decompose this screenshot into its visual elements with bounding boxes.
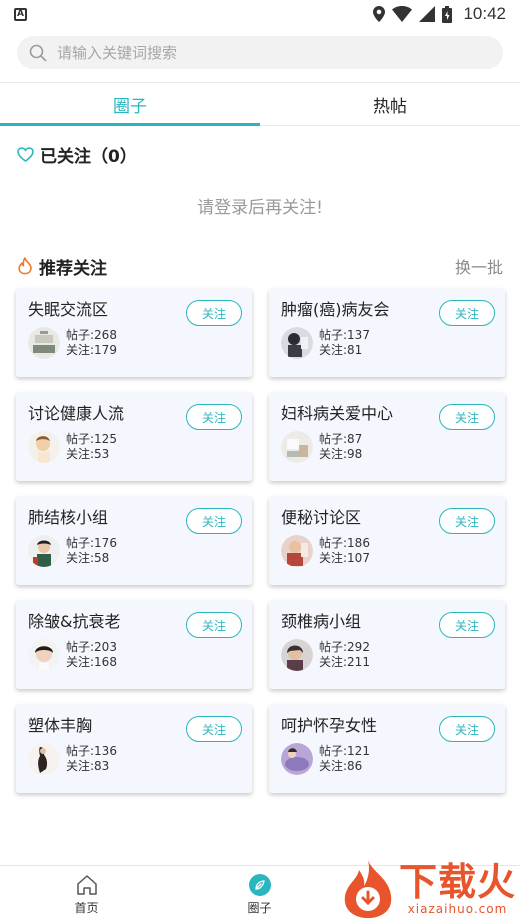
signal-icon (419, 6, 436, 22)
followed-title: 已关注（0） (40, 146, 137, 167)
post-count: 帖子:87 (319, 432, 363, 446)
watermark-domain: xiazaihuo.com (407, 902, 508, 916)
search-icon (29, 44, 47, 61)
group-avatar (281, 639, 313, 671)
group-avatar (28, 743, 60, 775)
search-box[interactable] (17, 36, 503, 69)
change-batch-button[interactable]: 换一批 (455, 254, 503, 278)
post-count: 帖子:125 (66, 432, 117, 446)
post-count: 帖子:186 (319, 536, 370, 550)
home-icon (76, 875, 97, 895)
follow-button[interactable]: 关注 (186, 300, 242, 326)
watermark: 下载火 xiazaihuo.com (339, 858, 516, 920)
follower-count: 关注:53 (66, 447, 110, 461)
group-card[interactable]: 妇科病关爱中心 关注 帖子:87 关注:98 (269, 393, 505, 481)
group-card[interactable]: 塑体丰胸 关注 帖子:136 关注:83 (16, 705, 252, 793)
group-avatar (28, 639, 60, 671)
flame-icon (18, 257, 32, 275)
follower-count: 关注:179 (66, 343, 117, 357)
group-avatar (281, 535, 313, 567)
nav-home-label: 首页 (74, 901, 99, 915)
flame-logo-icon (344, 860, 392, 918)
group-avatar (28, 431, 60, 463)
status-time: 10:42 (463, 4, 506, 23)
group-card[interactable]: 除皱&抗衰老 关注 帖子:203 关注:168 (16, 601, 252, 689)
nav-circles-label: 圈子 (247, 901, 272, 915)
follow-button[interactable]: 关注 (186, 716, 242, 742)
follow-button[interactable]: 关注 (186, 404, 242, 430)
nav-home[interactable]: 首页 (0, 866, 173, 924)
search-bar (0, 28, 520, 80)
tab-hot-posts[interactable]: 热帖 (260, 83, 520, 125)
status-bar: A 10:42 (0, 0, 520, 28)
group-card[interactable]: 呵护怀孕女性 关注 帖子:121 关注:86 (269, 705, 505, 793)
login-tip: 请登录后再关注! (197, 198, 323, 218)
heart-outline-icon (17, 146, 34, 162)
tab-bar: 圈子 热帖 (0, 82, 520, 126)
group-grid: 失眠交流区 关注 帖子:268 关注:179 肿瘤(癌)病友会 关注 帖子:13… (0, 289, 520, 793)
group-card[interactable]: 讨论健康人流 关注 帖子:125 关注:53 (16, 393, 252, 481)
post-count: 帖子:203 (66, 640, 117, 654)
follower-count: 关注:107 (319, 551, 370, 565)
nav-circles[interactable]: 圈子 (173, 866, 346, 924)
follow-button[interactable]: 关注 (439, 404, 495, 430)
follow-button[interactable]: 关注 (439, 612, 495, 638)
follow-button[interactable]: 关注 (186, 508, 242, 534)
post-count: 帖子:137 (319, 328, 370, 342)
follower-count: 关注:58 (66, 551, 110, 565)
post-count: 帖子:176 (66, 536, 117, 550)
group-card[interactable]: 便秘讨论区 关注 帖子:186 关注:107 (269, 497, 505, 585)
group-avatar (281, 743, 313, 775)
notification-a-icon: A (14, 7, 27, 21)
follower-count: 关注:86 (319, 759, 363, 773)
group-card[interactable]: 肺结核小组 关注 帖子:176 关注:58 (16, 497, 252, 585)
post-count: 帖子:136 (66, 744, 117, 758)
group-avatar (281, 431, 313, 463)
follower-count: 关注:81 (319, 343, 363, 357)
battery-icon (442, 5, 453, 23)
follower-count: 关注:98 (319, 447, 363, 461)
post-count: 帖子:292 (319, 640, 370, 654)
group-avatar (28, 327, 60, 359)
leaf-icon (248, 874, 271, 896)
recommend-header: 推荐关注 换一批 (0, 244, 520, 288)
follower-count: 关注:168 (66, 655, 117, 669)
group-card[interactable]: 肿瘤(癌)病友会 关注 帖子:137 关注:81 (269, 289, 505, 377)
group-card[interactable]: 颈椎病小组 关注 帖子:292 关注:211 (269, 601, 505, 689)
post-count: 帖子:121 (319, 744, 370, 758)
follower-count: 关注:83 (66, 759, 110, 773)
group-avatar (281, 327, 313, 359)
followed-header: 已关注（0） (0, 126, 520, 182)
search-input[interactable] (57, 43, 457, 62)
follow-button[interactable]: 关注 (439, 508, 495, 534)
follow-button[interactable]: 关注 (439, 300, 495, 326)
follower-count: 关注:211 (319, 655, 370, 669)
tab-circles[interactable]: 圈子 (0, 83, 260, 126)
watermark-brand: 下载火 (398, 860, 516, 904)
group-card[interactable]: 失眠交流区 关注 帖子:268 关注:179 (16, 289, 252, 377)
location-icon (373, 6, 386, 22)
follow-button[interactable]: 关注 (439, 716, 495, 742)
recommend-title: 推荐关注 (39, 258, 107, 279)
group-avatar (28, 535, 60, 567)
post-count: 帖子:268 (66, 328, 117, 342)
follow-button[interactable]: 关注 (186, 612, 242, 638)
wifi-icon (392, 6, 413, 22)
